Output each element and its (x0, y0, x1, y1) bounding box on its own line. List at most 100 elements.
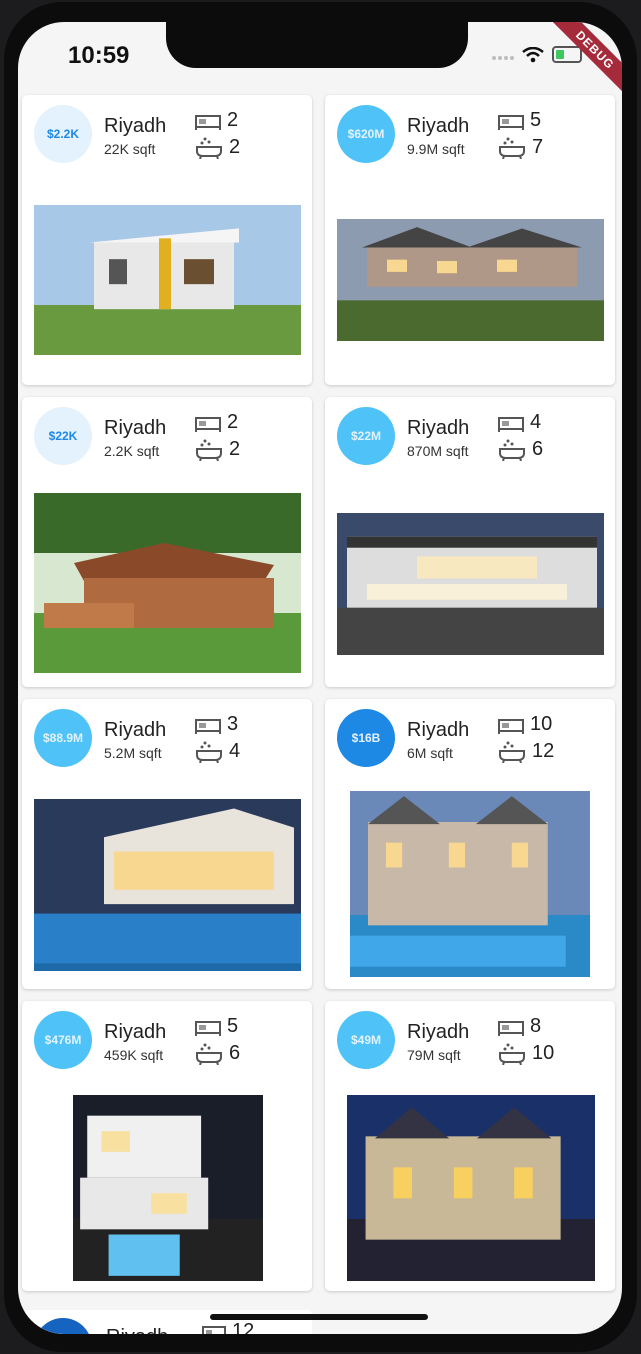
beds-value: 2 (227, 411, 239, 433)
listing-card[interactable]: $49M Riyadh 79M sqft 8 10 (325, 1001, 615, 1291)
beds-count: 5 (195, 1015, 238, 1038)
baths-count: 6 (498, 437, 543, 461)
sqft-label: 9.9M sqft (407, 141, 465, 157)
bed-icon (498, 416, 524, 432)
bathtub-icon (196, 439, 222, 461)
beds-count: 5 (498, 109, 541, 132)
city-label: Riyadh (106, 1326, 168, 1334)
city-label: Riyadh (104, 1021, 167, 1043)
beds-count: 2 (195, 109, 238, 132)
beds-count: 10 (498, 713, 552, 736)
bed-icon (498, 1020, 524, 1036)
beds-count: 2 (195, 411, 238, 434)
baths-count: 2 (195, 437, 240, 461)
listing-card[interactable]: $2.2K Riyadh 22K sqft 2 2 (22, 95, 312, 385)
bed-icon (498, 718, 524, 734)
wifi-icon (522, 46, 544, 62)
beds-count: 3 (195, 713, 238, 736)
baths-value: 6 (229, 1041, 241, 1064)
bed-icon (202, 1325, 226, 1334)
listing-card[interactable]: $476M Riyadh 459K sqft 5 6 (22, 1001, 312, 1291)
baths-value: 2 (229, 437, 241, 460)
baths-count: 12 (498, 739, 554, 763)
listing-card[interactable]: $16B Riyadh 6M sqft 10 12 (325, 699, 615, 989)
sqft-label: 5.2M sqft (104, 745, 162, 761)
house-photo[interactable] (73, 1095, 263, 1281)
city-label: Riyadh (407, 115, 470, 137)
sqft-label: 22K sqft (104, 141, 156, 157)
sqft-label: 79M sqft (407, 1047, 461, 1063)
listing-card[interactable]: $22K Riyadh 2.2K sqft 2 2 (22, 397, 312, 687)
beds-count: 12 (202, 1320, 254, 1334)
baths-count: 6 (195, 1041, 240, 1065)
battery-icon (552, 46, 582, 63)
bed-icon (195, 1020, 221, 1036)
house-photo[interactable] (34, 799, 301, 971)
listing-card[interactable]: $620M Riyadh 9.9M sqft 5 7 (325, 95, 615, 385)
baths-value: 4 (229, 739, 241, 762)
beds-value: 12 (232, 1320, 255, 1334)
price-badge: $22M (337, 407, 395, 465)
house-photo[interactable] (347, 1095, 595, 1281)
bed-icon (498, 114, 524, 130)
beds-value: 2 (227, 109, 239, 131)
city-label: Riyadh (104, 417, 167, 439)
beds-value: 5 (530, 109, 542, 131)
signal-icon (492, 50, 514, 60)
price-badge: $476M (34, 1011, 92, 1069)
notch (166, 22, 468, 68)
listing-card[interactable]: $88.9M Riyadh 5.2M sqft 3 4 (22, 699, 312, 989)
beds-value: 3 (227, 713, 239, 735)
baths-value: 10 (532, 1041, 555, 1064)
phone-frame: 10:59 DEBUG $2.2K Riyadh 22K sqft 2 2 $6… (0, 0, 641, 1354)
price-badge: $16B (337, 709, 395, 767)
city-label: Riyadh (407, 417, 470, 439)
beds-value: 5 (227, 1015, 239, 1037)
baths-value: 12 (532, 739, 555, 762)
bathtub-icon (499, 1043, 525, 1065)
bathtub-icon (499, 137, 525, 159)
house-photo[interactable] (337, 219, 604, 341)
price-badge: $620M (337, 105, 395, 163)
city-label: Riyadh (104, 719, 167, 741)
listing-card[interactable]: $22M Riyadh 870M sqft 4 6 (325, 397, 615, 687)
price-badge: $2.2K (34, 105, 92, 163)
sqft-label: 870M sqft (407, 443, 469, 459)
house-photo[interactable] (34, 493, 301, 673)
baths-value: 2 (229, 135, 241, 158)
bed-icon (195, 114, 221, 130)
baths-count: 7 (498, 135, 543, 159)
home-indicator[interactable] (210, 1314, 428, 1320)
baths-value: 6 (532, 437, 544, 460)
beds-value: 4 (530, 411, 542, 433)
baths-count: 2 (195, 135, 240, 159)
house-photo[interactable] (34, 205, 301, 355)
price-badge: $22K (34, 407, 92, 465)
beds-value: 10 (530, 713, 553, 735)
baths-count: 4 (195, 739, 240, 763)
sqft-label: 459K sqft (104, 1047, 164, 1063)
baths-value: 7 (532, 135, 544, 158)
city-label: Riyadh (407, 1021, 470, 1043)
bathtub-icon (196, 137, 222, 159)
sqft-label: 6M sqft (407, 745, 453, 761)
bed-icon (195, 416, 221, 432)
baths-count: 10 (498, 1041, 554, 1065)
city-label: Riyadh (104, 115, 167, 137)
status-time: 10:59 (68, 42, 130, 69)
app-screen: 10:59 DEBUG $2.2K Riyadh 22K sqft 2 2 $6… (18, 22, 622, 1334)
bathtub-icon (499, 741, 525, 763)
price-badge (34, 1318, 92, 1334)
price-badge: $88.9M (34, 709, 92, 767)
bathtub-icon (196, 1043, 222, 1065)
beds-count: 8 (498, 1015, 541, 1038)
sqft-label: 2.2K sqft (104, 443, 160, 459)
price-badge: $49M (337, 1011, 395, 1069)
house-photo[interactable] (337, 513, 604, 655)
beds-count: 4 (498, 411, 541, 434)
bathtub-icon (499, 439, 525, 461)
house-photo[interactable] (350, 791, 590, 977)
status-icons (492, 46, 582, 63)
bathtub-icon (196, 741, 222, 763)
bed-icon (195, 718, 221, 734)
